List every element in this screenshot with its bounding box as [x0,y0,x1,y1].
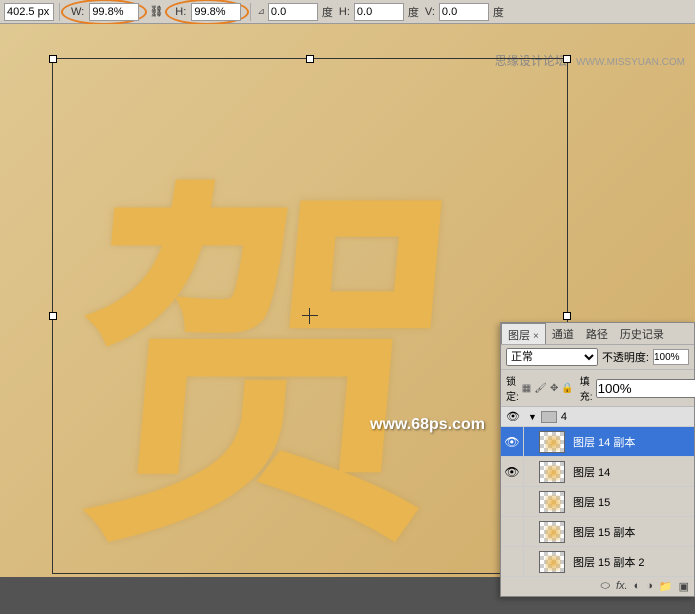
layer-thumbnail[interactable] [539,491,565,513]
layer-thumbnail[interactable] [539,461,565,483]
layers-list: 👁 图层 14 副本 👁 图层 14 图层 15 图层 15 副本 图层 15 … [501,427,694,577]
lock-position-icon[interactable]: ✥ [550,381,558,395]
layer-group-row[interactable]: 👁 ▼ 4 [501,407,694,427]
group-name: 4 [561,411,567,423]
visibility-toggle[interactable]: 👁 [506,410,524,423]
adjustment-icon[interactable]: ◑ [646,580,653,593]
options-bar: W: ⛓ H: ⊿ 度 H: 度 V: 度 [0,0,695,24]
layer-name[interactable]: 图层 14 副本 [569,434,694,450]
skew-v-label: V: [423,6,437,18]
layer-thumbnail[interactable] [539,551,565,573]
skew-h-label: H: [337,6,352,18]
angle-unit: 度 [320,4,335,20]
visibility-toggle[interactable]: 👁 [501,465,523,479]
height-input[interactable] [191,3,241,21]
panel-footer: ⬭ fx. ◐ ◑ 📁 ▣ [501,577,694,596]
position-input[interactable] [4,3,54,21]
fx-icon[interactable]: fx. [616,580,628,593]
tab-channels[interactable]: 通道 [546,323,580,344]
layer-thumbnail[interactable] [539,521,565,543]
canvas-area[interactable]: 思缘设计论坛 WWW.MISSYUAN.COM 贺 www.68ps.com 图… [0,24,695,577]
transform-handle-tl[interactable] [49,55,57,63]
divider [59,3,60,21]
skew-v-unit: 度 [491,4,506,20]
layer-name[interactable]: 图层 15 副本 [569,524,694,540]
lock-paint-icon[interactable]: 🖌 [534,381,547,395]
opacity-input[interactable] [653,349,689,365]
skew-h-input[interactable] [354,3,404,21]
link-layers-icon[interactable]: ⬭ [601,580,610,593]
width-input[interactable] [89,3,139,21]
lock-label: 锁定: [506,373,519,403]
layer-name[interactable]: 图层 15 副本 2 [569,554,694,570]
lock-transparency-icon[interactable]: ▦ [522,381,531,395]
angle-icon: ⊿ [256,6,266,17]
tab-paths[interactable]: 路径 [580,323,614,344]
link-icon[interactable]: ⛓ [145,5,167,18]
mask-icon[interactable]: ◐ [634,580,641,593]
transform-handle-tr[interactable] [563,55,571,63]
transform-handle-mr[interactable] [563,312,571,320]
close-icon[interactable]: × [533,331,539,342]
blend-mode-select[interactable]: 正常 [506,348,598,366]
transform-center-point[interactable] [302,308,318,324]
watermark-site: WWW.MISSYUAN.COM [576,57,685,68]
new-layer-icon[interactable]: ▣ [679,580,689,593]
blend-mode-row: 正常 不透明度: [501,345,694,370]
fill-input[interactable] [596,379,695,398]
panel-tabs: 图层× 通道 路径 历史记录 [501,323,694,345]
tab-layers[interactable]: 图层× [501,323,546,344]
layer-name[interactable]: 图层 14 [569,464,694,480]
rotation-input[interactable] [268,3,318,21]
transform-handle-tm[interactable] [306,55,314,63]
folder-icon [541,411,557,423]
highlight-circle-h: H: [165,0,249,25]
transform-bounding-box[interactable] [52,58,568,574]
visibility-toggle[interactable]: 👁 [501,435,523,449]
group-expand-icon[interactable]: ▼ [528,412,537,422]
skew-v-input[interactable] [439,3,489,21]
opacity-label: 不透明度: [602,349,649,365]
layer-item[interactable]: 图层 15 [501,487,694,517]
layer-thumbnail[interactable] [539,431,565,453]
watermark-mid: www.68ps.com [370,416,485,434]
highlight-circle-w: W: [61,0,147,25]
transform-handle-ml[interactable] [49,312,57,320]
layers-panel: 图层× 通道 路径 历史记录 正常 不透明度: 锁定: ▦ 🖌 ✥ 🔒 填充: … [500,322,695,597]
layer-item[interactable]: 图层 15 副本 [501,517,694,547]
width-label: W: [69,6,86,18]
layer-name[interactable]: 图层 15 [569,494,694,510]
position-group [4,3,54,21]
new-group-icon[interactable]: 📁 [659,580,673,593]
divider [250,3,251,21]
layer-item[interactable]: 👁 图层 14 副本 [501,427,694,457]
tab-history[interactable]: 历史记录 [614,323,670,344]
lock-all-icon[interactable]: 🔒 [561,381,573,395]
skew-h-unit: 度 [406,4,421,20]
layer-item[interactable]: 图层 15 副本 2 [501,547,694,577]
layer-item[interactable]: 👁 图层 14 [501,457,694,487]
lock-row: 锁定: ▦ 🖌 ✥ 🔒 填充: [501,370,694,407]
fill-label: 填充: [580,373,593,403]
height-label: H: [173,6,188,18]
